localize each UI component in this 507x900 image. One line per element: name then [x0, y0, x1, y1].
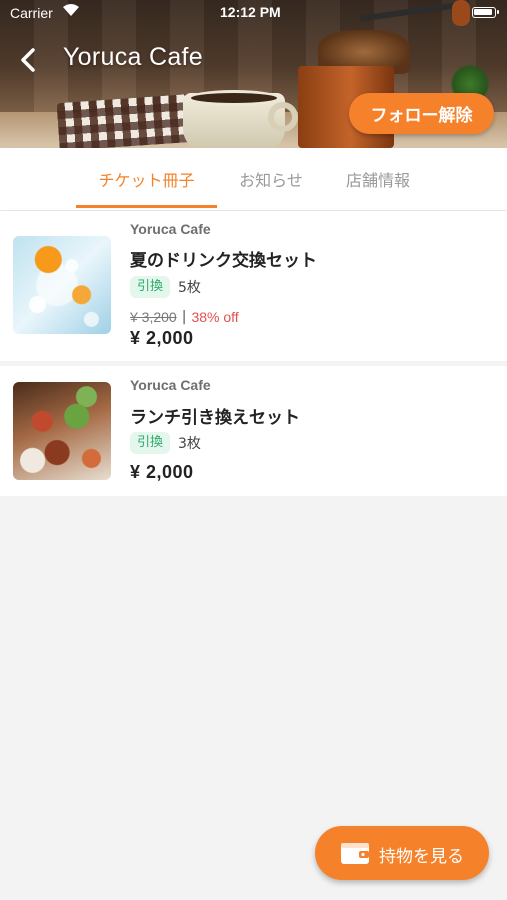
- original-price: ¥ 3,200: [130, 309, 177, 325]
- ticket-shop-name: Yoruca Cafe: [130, 377, 211, 393]
- price-separator: |: [181, 309, 187, 325]
- unfollow-button[interactable]: フォロー解除: [349, 93, 494, 134]
- battery-icon: [472, 7, 499, 18]
- ticket-title: 夏のドリンク交換セット: [130, 251, 317, 271]
- ticket-thumbnail: [13, 236, 111, 334]
- ticket-thumbnail: [13, 382, 111, 480]
- carrier-label: Carrier: [10, 5, 53, 21]
- ticket-tag-row: 引換 3枚: [130, 432, 201, 454]
- header-banner: Carrier 12:12 PM Yoruca Cafe フォロー解除: [0, 0, 507, 148]
- tab-shop-info[interactable]: 店舗情報: [330, 148, 426, 210]
- discount-label: 38% off: [191, 309, 239, 325]
- ticket-price: ¥ 2,000: [130, 462, 194, 482]
- active-tab-indicator: [76, 205, 217, 208]
- tab-bar: チケット冊子 お知らせ 店舗情報: [0, 148, 507, 210]
- chevron-left-icon: [21, 48, 35, 72]
- ticket-card[interactable]: Yoruca Cafe ランチ引き換えセット 引換 3枚 ¥ 2,000: [0, 366, 507, 496]
- back-button[interactable]: [12, 42, 46, 78]
- wallet-icon: [341, 843, 369, 864]
- status-bar: Carrier 12:12 PM: [0, 0, 507, 26]
- ticket-count: 3枚: [178, 436, 201, 452]
- ticket-card[interactable]: Yoruca Cafe 夏のドリンク交換セット 引換 5枚 ¥ 3,200 | …: [0, 211, 507, 361]
- ticket-title: ランチ引き換えセット: [130, 408, 300, 428]
- tab-news[interactable]: お知らせ: [224, 148, 318, 210]
- view-belongings-button[interactable]: 持物を見る: [315, 826, 489, 880]
- page-title: Yoruca Cafe: [63, 43, 203, 71]
- exchange-badge: 引換: [130, 432, 171, 454]
- ticket-price: ¥ 2,000: [130, 328, 194, 348]
- price-comparison: ¥ 3,200 | 38% off: [130, 309, 239, 325]
- tab-ticket-booklet[interactable]: チケット冊子: [76, 148, 217, 210]
- clock: 12:12 PM: [220, 4, 281, 20]
- wifi-icon: [62, 3, 80, 21]
- screen: Carrier 12:12 PM Yoruca Cafe フォロー解除 チケット…: [0, 0, 507, 900]
- exchange-badge: 引換: [130, 276, 171, 298]
- ticket-shop-name: Yoruca Cafe: [130, 221, 211, 237]
- ticket-count: 5枚: [178, 280, 201, 296]
- view-belongings-label: 持物を見る: [379, 847, 464, 867]
- ticket-tag-row: 引換 5枚: [130, 276, 201, 298]
